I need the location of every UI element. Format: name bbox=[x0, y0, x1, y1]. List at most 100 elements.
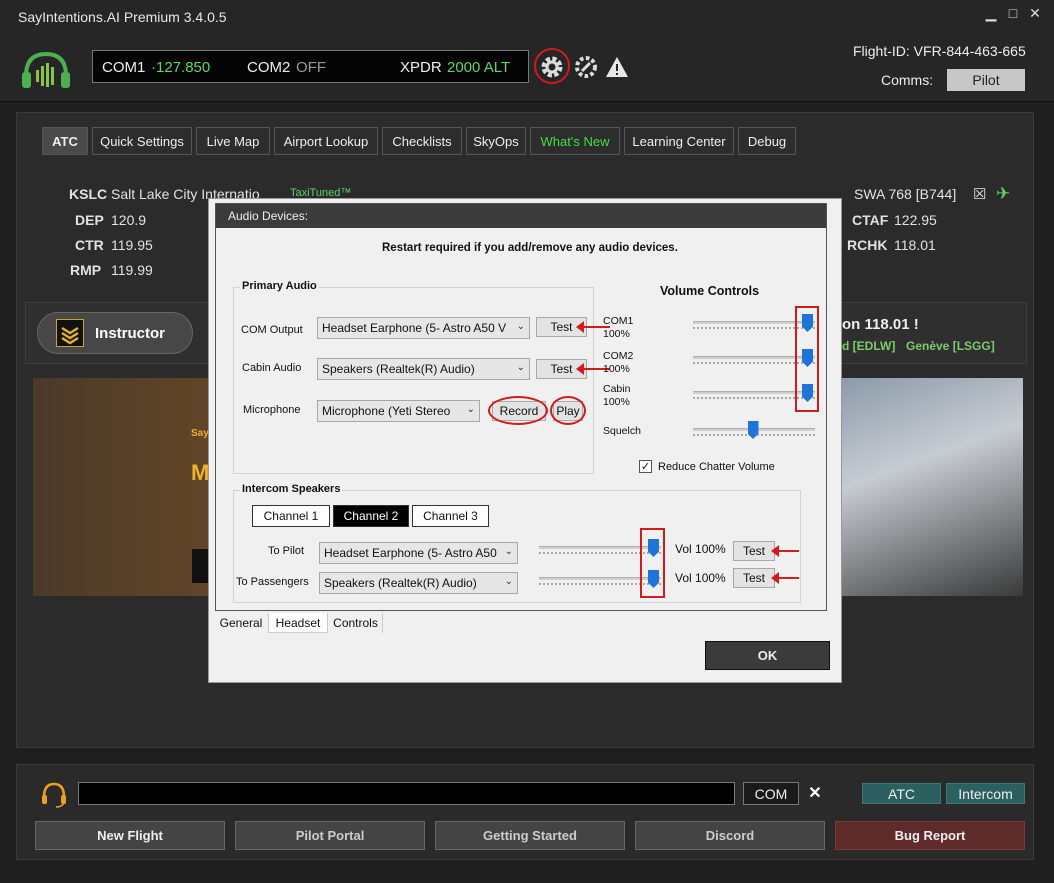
callsign: SWA 768 [B744] bbox=[854, 186, 957, 202]
com1-volume-label: COM1 bbox=[603, 315, 634, 327]
com2-volume-label: COM2 bbox=[603, 350, 634, 362]
ctr-frequency[interactable]: 119.95 bbox=[111, 237, 153, 253]
com1-label: COM1 bbox=[102, 59, 146, 76]
ok-button[interactable]: OK bbox=[705, 641, 830, 670]
getting-started-button[interactable]: Getting Started bbox=[435, 821, 625, 850]
com1-volume-value: 100% bbox=[603, 328, 630, 340]
tab-debug[interactable]: Debug bbox=[738, 127, 796, 155]
minimize-button[interactable]: ▁ bbox=[981, 4, 1001, 22]
restart-notice: Restart required if you add/remove any a… bbox=[382, 242, 678, 254]
pilot-photo bbox=[830, 378, 1023, 596]
instructor-label: Instructor bbox=[95, 325, 166, 342]
tab-checklists[interactable]: Checklists bbox=[382, 127, 462, 155]
ctaf-label: CTAF bbox=[852, 212, 889, 228]
com-output-label: COM Output bbox=[241, 324, 303, 336]
ctaf-frequency[interactable]: 122.95 bbox=[894, 212, 937, 228]
message-input[interactable] bbox=[78, 782, 735, 805]
tab-airport-lookup[interactable]: Airport Lookup bbox=[274, 127, 378, 155]
to-passengers-test-button[interactable]: Test bbox=[733, 568, 775, 588]
new-flight-button[interactable]: New Flight bbox=[35, 821, 225, 850]
airport-link-2[interactable]: Genève [LSGG] bbox=[906, 339, 995, 353]
microphone-select[interactable]: Microphone (Yeti Stereo ⌄ bbox=[317, 400, 480, 422]
volume-sliders-highlight bbox=[795, 306, 819, 412]
comms-pilot-button[interactable]: Pilot bbox=[947, 69, 1025, 91]
to-passengers-volume-value: Vol 100% bbox=[675, 571, 726, 585]
gear-icon[interactable] bbox=[539, 54, 565, 80]
to-pilot-label: To Pilot bbox=[268, 545, 305, 557]
com2-frequency[interactable]: OFF bbox=[296, 59, 326, 76]
dep-frequency[interactable]: 120.9 bbox=[111, 212, 146, 228]
play-highlight bbox=[550, 396, 586, 425]
intercom-mode-button[interactable]: Intercom bbox=[946, 783, 1025, 804]
to-passengers-select[interactable]: Speakers (Realtek(R) Audio) ⌄ bbox=[319, 572, 518, 594]
dialog-tab-controls[interactable]: Controls bbox=[329, 613, 383, 633]
rank-chevron-icon bbox=[56, 319, 84, 347]
cabin-volume-value: 100% bbox=[603, 396, 630, 408]
xpdr-label: XPDR bbox=[400, 59, 442, 76]
gear-wrench-icon[interactable] bbox=[573, 54, 599, 80]
com1-frequency[interactable]: ·127.850 bbox=[151, 59, 210, 76]
com2-volume-value: 100% bbox=[603, 363, 630, 375]
tab-live-map[interactable]: Live Map bbox=[196, 127, 270, 155]
reduce-chatter-label: Reduce Chatter Volume bbox=[658, 461, 775, 473]
airport-link-1[interactable]: d [EDLW] bbox=[842, 339, 895, 353]
rmp-frequency[interactable]: 119.99 bbox=[111, 262, 153, 278]
maximize-button[interactable]: □ bbox=[1003, 4, 1023, 22]
xpdr-code[interactable]: 2000 ALT bbox=[447, 59, 510, 76]
close-button[interactable]: ✕ bbox=[1025, 4, 1045, 22]
airplane-icon: ✈ bbox=[996, 184, 1011, 203]
banner-heading: M bbox=[191, 460, 210, 485]
bug-report-button[interactable]: Bug Report bbox=[835, 821, 1025, 850]
squelch-slider[interactable] bbox=[693, 421, 815, 439]
rchk-label: RCHK bbox=[847, 237, 888, 253]
flight-id: Flight-ID: VFR-844-463-665 bbox=[853, 43, 1026, 59]
microphone-label: Microphone bbox=[243, 404, 301, 416]
clear-input-button[interactable]: ✕ bbox=[805, 782, 825, 805]
tab-whats-new[interactable]: What's New bbox=[530, 127, 620, 155]
channel-1-button[interactable]: Channel 1 bbox=[252, 505, 330, 527]
dialog-tab-headset[interactable]: Headset bbox=[268, 613, 328, 633]
headset-icon[interactable] bbox=[40, 780, 68, 808]
com-select-button[interactable]: COM bbox=[743, 782, 799, 805]
intercom-sliders-highlight bbox=[640, 528, 665, 598]
arrow-annotation-3 bbox=[771, 545, 799, 557]
cabin-audio-label: Cabin Audio bbox=[242, 362, 302, 374]
channel-2-button[interactable]: Channel 2 bbox=[333, 505, 409, 527]
cabin-volume-label: Cabin bbox=[603, 383, 631, 395]
com2-label: COM2 bbox=[247, 59, 291, 76]
tab-quick-settings[interactable]: Quick Settings bbox=[92, 127, 192, 155]
tab-atc[interactable]: ATC bbox=[42, 127, 88, 155]
radio-panel: COM1 ·127.850 COM2 OFF XPDR 2000 ALT bbox=[92, 50, 529, 83]
intercom-label: Intercom Speakers bbox=[240, 483, 343, 495]
channel-3-button[interactable]: Channel 3 bbox=[412, 505, 489, 527]
instructor-notice: on 118.01 ! bbox=[842, 316, 919, 333]
app-title: SayIntentions.AI Premium 3.4.0.5 bbox=[18, 9, 227, 25]
to-passengers-label: To Passengers bbox=[236, 576, 309, 588]
to-pilot-select[interactable]: Headset Earphone (5- Astro A50 ⌄ bbox=[319, 542, 518, 564]
dialog-title: Audio Devices: bbox=[216, 204, 826, 228]
tab-learning-center[interactable]: Learning Center bbox=[624, 127, 734, 155]
com-output-select[interactable]: Headset Earphone (5- Astro A50 V ⌄ bbox=[317, 317, 530, 339]
dep-label: DEP bbox=[75, 212, 104, 228]
squelch-thumb[interactable] bbox=[747, 421, 759, 439]
cabin-audio-select[interactable]: Speakers (Realtek(R) Audio) ⌄ bbox=[317, 358, 530, 380]
dialog-tab-general[interactable]: General bbox=[215, 613, 267, 633]
rmp-label: RMP bbox=[70, 262, 102, 278]
primary-audio-group bbox=[233, 287, 594, 474]
discord-button[interactable]: Discord bbox=[635, 821, 825, 850]
reduce-chatter-checkbox[interactable]: ✓ bbox=[639, 460, 652, 473]
primary-audio-label: Primary Audio bbox=[240, 280, 319, 292]
warning-icon[interactable] bbox=[605, 55, 629, 79]
squelch-label: Squelch bbox=[603, 425, 641, 437]
headset-logo-icon bbox=[20, 48, 72, 92]
rchk-frequency[interactable]: 118.01 bbox=[894, 237, 936, 253]
comms-label: Comms: bbox=[881, 72, 934, 88]
arrow-annotation-4 bbox=[771, 572, 799, 584]
record-highlight bbox=[488, 396, 548, 425]
pilot-portal-button[interactable]: Pilot Portal bbox=[235, 821, 425, 850]
close-box-icon[interactable]: ☒ bbox=[973, 185, 986, 203]
ctr-label: CTR bbox=[75, 237, 104, 253]
to-pilot-test-button[interactable]: Test bbox=[733, 541, 775, 561]
atc-mode-button[interactable]: ATC bbox=[862, 783, 941, 804]
tab-skyops[interactable]: SkyOps bbox=[466, 127, 526, 155]
